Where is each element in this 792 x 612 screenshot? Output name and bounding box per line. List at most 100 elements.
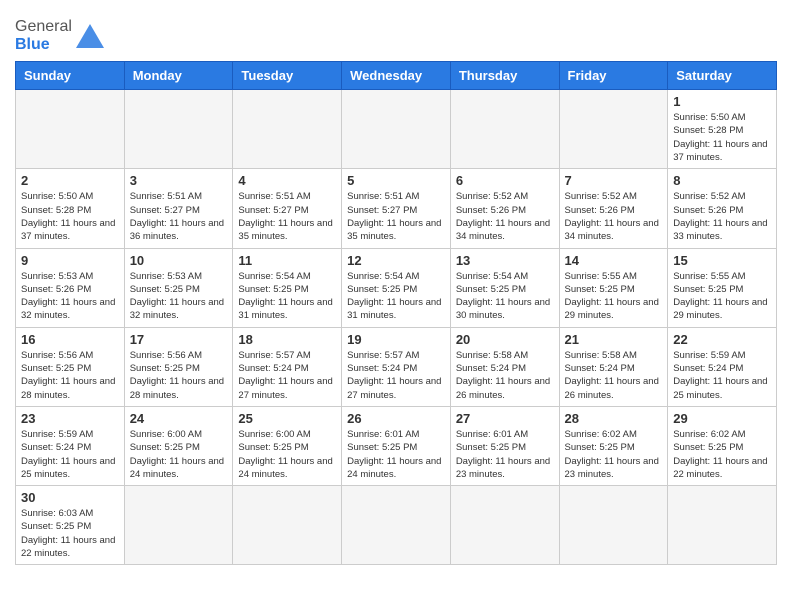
day-number: 21 xyxy=(565,332,663,347)
calendar: SundayMondayTuesdayWednesdayThursdayFrid… xyxy=(15,61,777,565)
day-info: Sunrise: 5:58 AM Sunset: 5:24 PM Dayligh… xyxy=(456,349,554,402)
calendar-row-2: 9Sunrise: 5:53 AM Sunset: 5:26 PM Daylig… xyxy=(16,248,777,327)
calendar-cell: 14 Sunrise: 5:55 AM Sunset: 5:25 PM Dayli… xyxy=(559,248,668,327)
weekday-header-friday: Friday xyxy=(559,62,668,90)
day-number: 6 xyxy=(456,173,554,188)
logo-text: General Blue xyxy=(15,18,72,53)
day-info: Sunrise: 5:52 AM Sunset: 5:26 PM Dayligh… xyxy=(673,190,771,243)
calendar-cell xyxy=(559,90,668,169)
calendar-cell: 1 Sunrise: 5:50 AM Sunset: 5:28 PM Daylig… xyxy=(668,90,777,169)
day-number: 11 xyxy=(238,253,336,268)
calendar-cell: 12 Sunrise: 5:54 AM Sunset: 5:25 PM Dayli… xyxy=(342,248,451,327)
day-number: 17 xyxy=(130,332,228,347)
day-number: 1 xyxy=(673,94,771,109)
day-number: 2 xyxy=(21,173,119,188)
day-info: Sunrise: 5:51 AM Sunset: 5:27 PM Dayligh… xyxy=(130,190,228,243)
day-info: Sunrise: 6:01 AM Sunset: 5:25 PM Dayligh… xyxy=(456,428,554,481)
logo: General Blue xyxy=(15,18,104,53)
day-info: Sunrise: 6:02 AM Sunset: 5:25 PM Dayligh… xyxy=(673,428,771,481)
day-number: 19 xyxy=(347,332,445,347)
day-info: Sunrise: 6:03 AM Sunset: 5:25 PM Dayligh… xyxy=(21,507,119,560)
day-info: Sunrise: 5:50 AM Sunset: 5:28 PM Dayligh… xyxy=(673,111,771,164)
calendar-cell: 11Sunrise: 5:54 AM Sunset: 5:25 PM Dayli… xyxy=(233,248,342,327)
day-number: 12 xyxy=(347,253,445,268)
day-info: Sunrise: 5:56 AM Sunset: 5:25 PM Dayligh… xyxy=(130,349,228,402)
calendar-cell: 8 Sunrise: 5:52 AM Sunset: 5:26 PM Daylig… xyxy=(668,169,777,248)
calendar-cell xyxy=(668,486,777,565)
day-number: 16 xyxy=(21,332,119,347)
calendar-cell: 17 Sunrise: 5:56 AM Sunset: 5:25 PM Dayli… xyxy=(124,327,233,406)
calendar-cell: 22 Sunrise: 5:59 AM Sunset: 5:24 PM Dayli… xyxy=(668,327,777,406)
weekday-header-row: SundayMondayTuesdayWednesdayThursdayFrid… xyxy=(16,62,777,90)
calendar-row-3: 16 Sunrise: 5:56 AM Sunset: 5:25 PM Dayli… xyxy=(16,327,777,406)
day-info: Sunrise: 5:52 AM Sunset: 5:26 PM Dayligh… xyxy=(456,190,554,243)
logo-triangle-icon xyxy=(76,22,104,50)
calendar-cell: 21 Sunrise: 5:58 AM Sunset: 5:24 PM Dayli… xyxy=(559,327,668,406)
weekday-header-tuesday: Tuesday xyxy=(233,62,342,90)
day-info: Sunrise: 6:00 AM Sunset: 5:25 PM Dayligh… xyxy=(130,428,228,481)
calendar-cell: 24Sunrise: 6:00 AM Sunset: 5:25 PM Dayli… xyxy=(124,406,233,485)
day-info: Sunrise: 5:59 AM Sunset: 5:24 PM Dayligh… xyxy=(21,428,119,481)
calendar-cell: 10 Sunrise: 5:53 AM Sunset: 5:25 PM Dayli… xyxy=(124,248,233,327)
calendar-cell xyxy=(450,486,559,565)
calendar-cell: 19Sunrise: 5:57 AM Sunset: 5:24 PM Dayli… xyxy=(342,327,451,406)
calendar-cell xyxy=(342,486,451,565)
day-info: Sunrise: 5:59 AM Sunset: 5:24 PM Dayligh… xyxy=(673,349,771,402)
day-info: Sunrise: 5:54 AM Sunset: 5:25 PM Dayligh… xyxy=(456,270,554,323)
calendar-cell xyxy=(233,486,342,565)
day-number: 9 xyxy=(21,253,119,268)
day-info: Sunrise: 5:56 AM Sunset: 5:25 PM Dayligh… xyxy=(21,349,119,402)
day-number: 20 xyxy=(456,332,554,347)
day-info: Sunrise: 5:53 AM Sunset: 5:25 PM Dayligh… xyxy=(130,270,228,323)
day-info: Sunrise: 5:58 AM Sunset: 5:24 PM Dayligh… xyxy=(565,349,663,402)
day-info: Sunrise: 5:57 AM Sunset: 5:24 PM Dayligh… xyxy=(238,349,336,402)
day-number: 23 xyxy=(21,411,119,426)
day-number: 8 xyxy=(673,173,771,188)
day-info: Sunrise: 5:54 AM Sunset: 5:25 PM Dayligh… xyxy=(347,270,445,323)
day-number: 5 xyxy=(347,173,445,188)
weekday-header-thursday: Thursday xyxy=(450,62,559,90)
day-number: 13 xyxy=(456,253,554,268)
calendar-cell: 18 Sunrise: 5:57 AM Sunset: 5:24 PM Dayli… xyxy=(233,327,342,406)
calendar-cell xyxy=(450,90,559,169)
day-number: 28 xyxy=(565,411,663,426)
day-number: 25 xyxy=(238,411,336,426)
calendar-cell: 6 Sunrise: 5:52 AM Sunset: 5:26 PM Daylig… xyxy=(450,169,559,248)
weekday-header-wednesday: Wednesday xyxy=(342,62,451,90)
day-info: Sunrise: 5:51 AM Sunset: 5:27 PM Dayligh… xyxy=(238,190,336,243)
day-number: 30 xyxy=(21,490,119,505)
day-number: 26 xyxy=(347,411,445,426)
calendar-cell: 5 Sunrise: 5:51 AM Sunset: 5:27 PM Daylig… xyxy=(342,169,451,248)
calendar-cell xyxy=(124,90,233,169)
calendar-cell: 28 Sunrise: 6:02 AM Sunset: 5:25 PM Dayli… xyxy=(559,406,668,485)
calendar-cell: 29Sunrise: 6:02 AM Sunset: 5:25 PM Dayli… xyxy=(668,406,777,485)
day-info: Sunrise: 5:52 AM Sunset: 5:26 PM Dayligh… xyxy=(565,190,663,243)
day-info: Sunrise: 5:55 AM Sunset: 5:25 PM Dayligh… xyxy=(673,270,771,323)
day-info: Sunrise: 5:51 AM Sunset: 5:27 PM Dayligh… xyxy=(347,190,445,243)
calendar-cell xyxy=(233,90,342,169)
calendar-cell: 30 Sunrise: 6:03 AM Sunset: 5:25 PM Dayli… xyxy=(16,486,125,565)
calendar-row-1: 2 Sunrise: 5:50 AM Sunset: 5:28 PM Daylig… xyxy=(16,169,777,248)
calendar-cell: 3 Sunrise: 5:51 AM Sunset: 5:27 PM Daylig… xyxy=(124,169,233,248)
calendar-row-5: 30 Sunrise: 6:03 AM Sunset: 5:25 PM Dayli… xyxy=(16,486,777,565)
calendar-cell: 23 Sunrise: 5:59 AM Sunset: 5:24 PM Dayli… xyxy=(16,406,125,485)
day-number: 22 xyxy=(673,332,771,347)
day-info: Sunrise: 5:55 AM Sunset: 5:25 PM Dayligh… xyxy=(565,270,663,323)
calendar-cell xyxy=(342,90,451,169)
calendar-cell: 2 Sunrise: 5:50 AM Sunset: 5:28 PM Daylig… xyxy=(16,169,125,248)
calendar-cell: 26 Sunrise: 6:01 AM Sunset: 5:25 PM Dayli… xyxy=(342,406,451,485)
day-number: 7 xyxy=(565,173,663,188)
day-info: Sunrise: 6:01 AM Sunset: 5:25 PM Dayligh… xyxy=(347,428,445,481)
day-number: 10 xyxy=(130,253,228,268)
calendar-cell: 4Sunrise: 5:51 AM Sunset: 5:27 PM Daylig… xyxy=(233,169,342,248)
calendar-cell xyxy=(559,486,668,565)
calendar-cell: 7 Sunrise: 5:52 AM Sunset: 5:26 PM Daylig… xyxy=(559,169,668,248)
day-number: 14 xyxy=(565,253,663,268)
day-info: Sunrise: 5:50 AM Sunset: 5:28 PM Dayligh… xyxy=(21,190,119,243)
weekday-header-monday: Monday xyxy=(124,62,233,90)
day-number: 3 xyxy=(130,173,228,188)
day-info: Sunrise: 6:02 AM Sunset: 5:25 PM Dayligh… xyxy=(565,428,663,481)
day-number: 18 xyxy=(238,332,336,347)
day-number: 15 xyxy=(673,253,771,268)
calendar-row-0: 1 Sunrise: 5:50 AM Sunset: 5:28 PM Daylig… xyxy=(16,90,777,169)
